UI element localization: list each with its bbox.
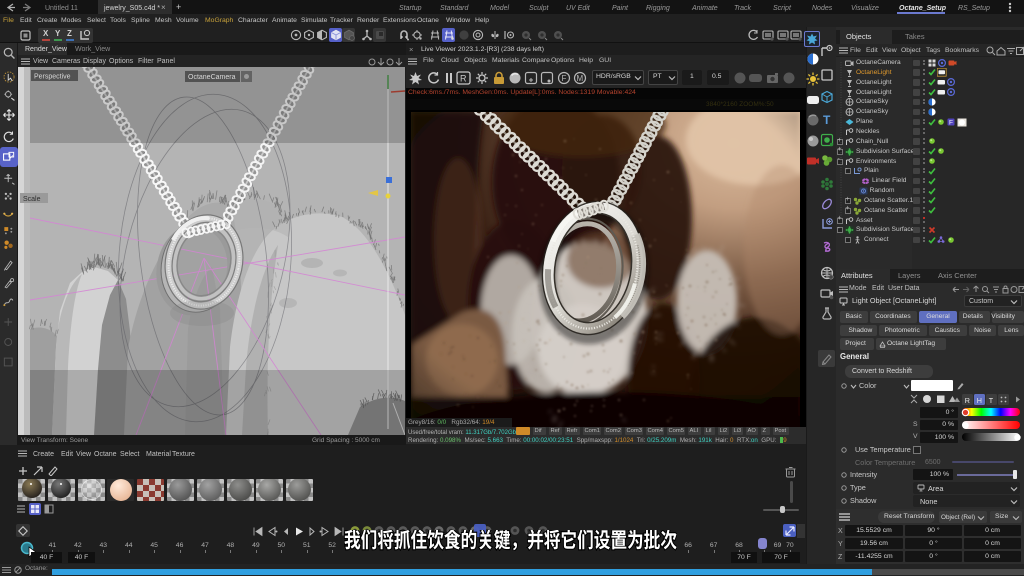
svg-text:R: R: [460, 74, 467, 84]
svg-text:M: M: [577, 74, 584, 83]
svg-text:Perspective: Perspective: [34, 74, 71, 81]
svg-text:OctaneCamera: OctaneCamera: [188, 74, 236, 81]
svg-text:Scale: Scale: [23, 196, 41, 203]
svg-text:F: F: [562, 74, 567, 83]
svg-text:F: F: [949, 119, 953, 126]
svg-text:T: T: [823, 113, 831, 126]
